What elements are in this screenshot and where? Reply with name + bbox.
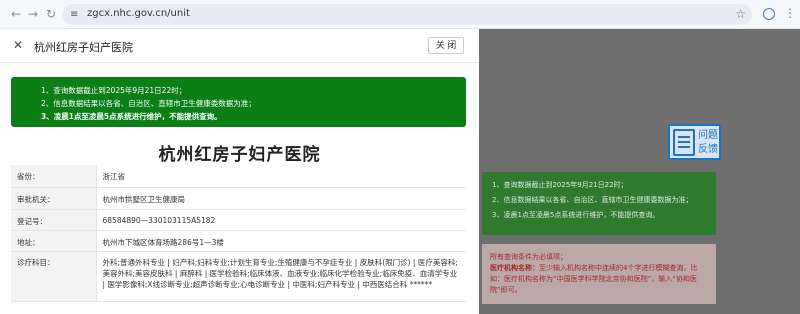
browser-toolbar: ← → ↻ ≡ zgcx.nhc.gov.cn/unit ☆ ⋮ [0,0,800,29]
row-label: 登记号： [11,209,97,231]
site-info-icon[interactable]: ≡ [70,8,83,21]
hospital-info-table: 省份： 浙江省 审批机关： 杭州市拱墅区卫生健康局 登记号： 68584890—… [11,165,466,302]
back-icon[interactable]: ← [8,6,24,22]
row-label: 诊疗科目： [11,251,97,302]
background-notice-line: 3、凌晨1点至凌晨5点系统进行维护，不能提供查询。 [492,211,660,219]
feedback-icon [673,129,695,156]
dialog-title: 杭州红房子妇产医院 [34,41,133,54]
table-row: 审批机关： 杭州市拱墅区卫生健康局 [11,187,466,210]
table-row: 诊疗科目： 外科;普通外科专业 | 妇产科;妇科专业;计划生育专业;生殖健康与不… [11,251,466,302]
row-value: 浙江省 [96,165,466,188]
dialog-header: ✕ 杭州红房子妇产医院 关 闭 [0,29,479,63]
notice-line-2: 2、信息数据结果以各省、自治区、直辖市卫生健康委数据为准； [41,99,256,108]
hospital-detail-dialog: ✕ 杭州红房子妇产医院 关 闭 1、查询数据截止到2025年9月21日22时； … [0,29,479,314]
table-row: 地址： 杭州市下城区体育场路286号1—3楼 [11,230,466,252]
feedback-label-2: 反馈 [698,144,718,155]
close-button[interactable]: 关 闭 [428,37,464,54]
hint-title: 所有查询条件为必填项； [490,253,567,261]
browser-menu-icon[interactable]: ⋮ [784,6,796,20]
row-value: 杭州市拱墅区卫生健康局 [96,187,466,210]
reload-icon[interactable]: ↻ [43,6,59,22]
search-hint-box: 所有查询条件为必填项； 医疗机构名称：至少输入机构名称中连续的4个字进行模糊查询… [482,244,716,304]
row-label: 地址： [11,230,97,252]
row-value: 68584890—330103115A5182 [96,209,466,231]
row-value: 外科;普通外科专业 | 妇产科;妇科专业;计划生育专业;生殖健康与不孕症专业 |… [96,251,466,302]
table-row: 登记号： 68584890—330103115A5182 [11,209,466,231]
hint-label: 医疗机构名称： [490,264,539,272]
row-label: 省份： [11,165,97,188]
bookmark-star-icon[interactable]: ☆ [735,7,746,21]
feedback-label-1: 问题 [698,130,718,141]
table-row: 省份： 浙江省 [11,165,466,188]
close-icon[interactable]: ✕ [13,39,23,51]
feedback-button[interactable]: 问题 反馈 [668,124,721,160]
background-notice-line: 1、查询数据截止到2025年9月21日22时； [492,181,628,189]
url-text: zgcx.nhc.gov.cn/unit [87,8,190,19]
address-bar[interactable]: ≡ zgcx.nhc.gov.cn/unit ☆ [62,4,752,25]
notice-line-3: 3、凌晨1点至凌晨5点系统进行维护，不能提供查询。 [41,112,222,121]
row-label: 审批机关： [11,187,97,210]
background-notice: 1、查询数据截止到2025年9月21日22时； 2、信息数据结果以各省、自治区、… [482,172,716,235]
forward-icon[interactable]: → [25,6,41,22]
notice-banner: 1、查询数据截止到2025年9月21日22时； 2、信息数据结果以各省、自治区、… [11,77,466,127]
notice-line-1: 1、查询数据截止到2025年9月21日22时； [41,86,187,95]
background-notice-line: 2、信息数据结果以各省、自治区、直辖市卫生健康委数据为准； [492,196,693,204]
row-value: 杭州市下城区体育场路286号1—3楼 [96,230,466,252]
profile-icon[interactable] [763,8,775,20]
hospital-name-heading: 杭州红房子妇产医院 [158,145,321,165]
